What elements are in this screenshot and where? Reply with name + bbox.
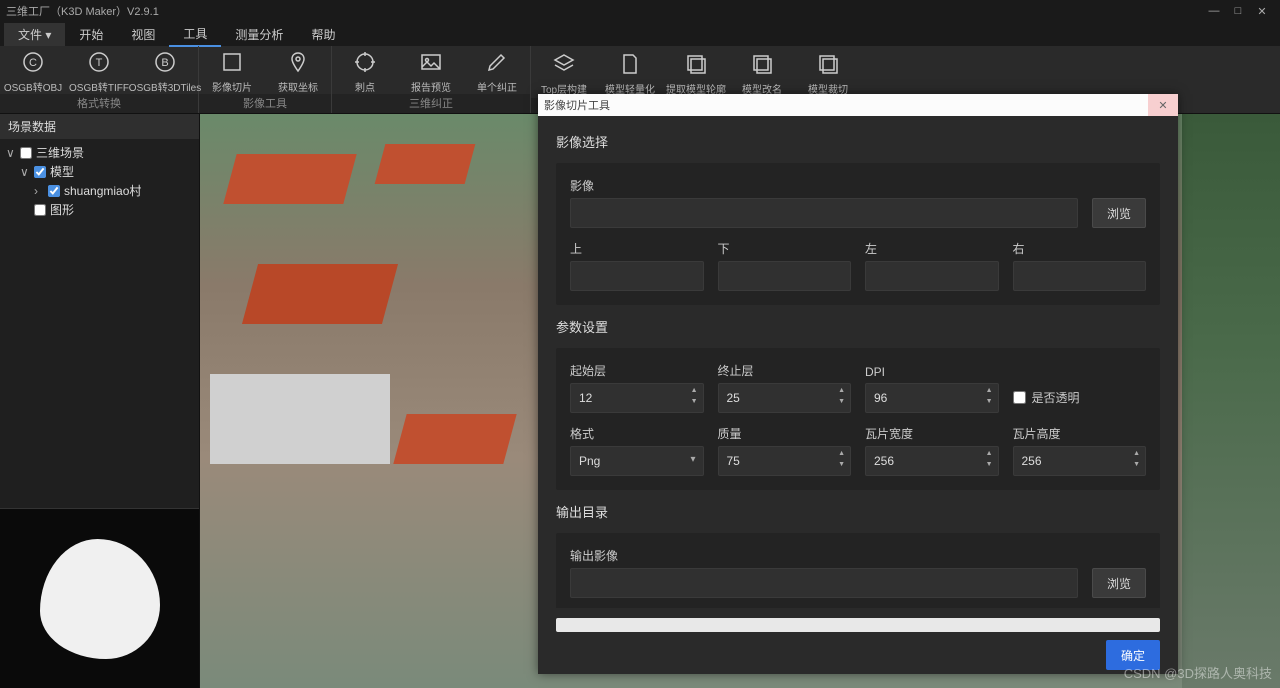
ribbon-single-correct[interactable]: 单个纠正 [464,47,530,94]
ribbon-group-image: 影像工具 [199,94,331,113]
ribbon-group-3d-correct: 三维纠正 [332,94,530,113]
ribbon-report-preview[interactable]: 报告预览 [398,47,464,94]
ribbon-image-slice[interactable]: 影像切片 [199,47,265,94]
checkbox-transparent[interactable] [1013,391,1026,404]
tree-model[interactable]: ∨模型 [6,162,193,181]
menu-file[interactable]: 文件 ▾ [4,23,65,46]
close-button[interactable]: ✕ [1250,5,1274,18]
circle-t-icon: T [86,49,112,75]
pencil-icon [484,49,510,75]
layers-icon [551,51,577,77]
target-icon [352,49,378,75]
image-slice-dialog: 影像切片工具 ✕ 影像选择 影像 浏览 上 下 左 右 参数设置 起始层 ▲▼ … [538,94,1178,674]
input-tile-height[interactable] [1013,446,1147,476]
minimize-button[interactable]: — [1202,5,1226,17]
ribbon-get-coords[interactable]: 获取坐标 [265,47,331,94]
svg-text:T: T [96,57,103,69]
label-image: 影像 [570,177,1146,194]
tree-root[interactable]: ∨三维场景 [6,143,193,162]
scene-panel-header: 场景数据 [0,114,199,139]
input-output-path[interactable] [570,568,1078,598]
input-left[interactable] [865,261,999,291]
dialog-title: 影像切片工具 [544,97,610,113]
menu-bar: 文件 ▾ 开始 视图 工具 测量分析 帮助 [0,22,1280,46]
menu-view[interactable]: 视图 [117,23,169,46]
app-title: 三维工厂（K3D Maker）V2.9.1 [6,3,159,19]
minimap-shape [40,539,160,659]
watermark: CSDN @3D探路人奥科技 [1124,663,1272,682]
menu-help[interactable]: 帮助 [297,23,349,46]
pin-icon [285,49,311,75]
menu-start[interactable]: 开始 [65,23,117,46]
circle-c-icon: C [20,49,46,75]
stack-icon [815,51,841,77]
select-format[interactable]: Png [570,446,704,476]
menu-measure[interactable]: 测量分析 [221,23,297,46]
dialog-titlebar[interactable]: 影像切片工具 ✕ [538,94,1178,116]
file-icon [617,51,643,77]
ribbon-model-rename[interactable]: 模型改名 [729,49,795,96]
browse-output-button[interactable]: 浏览 [1092,568,1146,598]
svg-text:C: C [29,57,37,69]
input-end-layer[interactable] [718,383,852,413]
stack-icon [749,51,775,77]
circle-b-icon: B [152,49,178,75]
section-image-select: 影像选择 [556,132,1160,151]
maximize-button[interactable]: □ [1226,5,1250,17]
ribbon-stab-point[interactable]: 刺点 [332,47,398,94]
input-quality[interactable] [718,446,852,476]
browse-image-button[interactable]: 浏览 [1092,198,1146,228]
right-viewport-strip [1182,114,1280,688]
menu-tools[interactable]: 工具 [169,22,221,47]
square-icon [219,49,245,75]
ribbon-group-format: 格式转换 [0,94,198,113]
image-icon [418,49,444,75]
input-start-layer[interactable] [570,383,704,413]
input-image-path[interactable] [570,198,1078,228]
input-top[interactable] [570,261,704,291]
stack-icon [683,51,709,77]
ribbon-model-light[interactable]: 模型轻量化 [597,49,663,96]
input-right[interactable] [1013,261,1147,291]
ribbon-top-layer[interactable]: Top层构建 [531,49,597,96]
ribbon-model-crop[interactable]: 模型裁切 [795,49,861,96]
tree-village[interactable]: ›shuangmiao村 [6,181,193,200]
dialog-close-button[interactable]: ✕ [1148,94,1178,116]
svg-text:B: B [161,57,168,69]
scene-tree[interactable]: ∨三维场景 ∨模型 ›shuangmiao村 图形 [0,139,199,508]
progress-bar [556,618,1160,632]
tree-graphics[interactable]: 图形 [6,200,193,219]
input-dpi[interactable] [865,383,999,413]
input-bottom[interactable] [718,261,852,291]
section-params: 参数设置 [556,317,1160,336]
title-bar: 三维工厂（K3D Maker）V2.9.1 — □ ✕ [0,0,1280,22]
ribbon-osgb-3dtiles[interactable]: B OSGB转3DTiles [132,47,198,94]
sidebar: 场景数据 ∨三维场景 ∨模型 ›shuangmiao村 图形 [0,114,200,688]
input-tile-width[interactable] [865,446,999,476]
ribbon-extract-outline[interactable]: 提取模型轮廓 [663,49,729,96]
ribbon-osgb-obj[interactable]: C OSGB转OBJ [0,47,66,94]
minimap[interactable] [0,508,199,688]
ribbon-osgb-tiff[interactable]: T OSGB转TIFF [66,47,132,94]
section-output: 输出目录 [556,502,1160,521]
